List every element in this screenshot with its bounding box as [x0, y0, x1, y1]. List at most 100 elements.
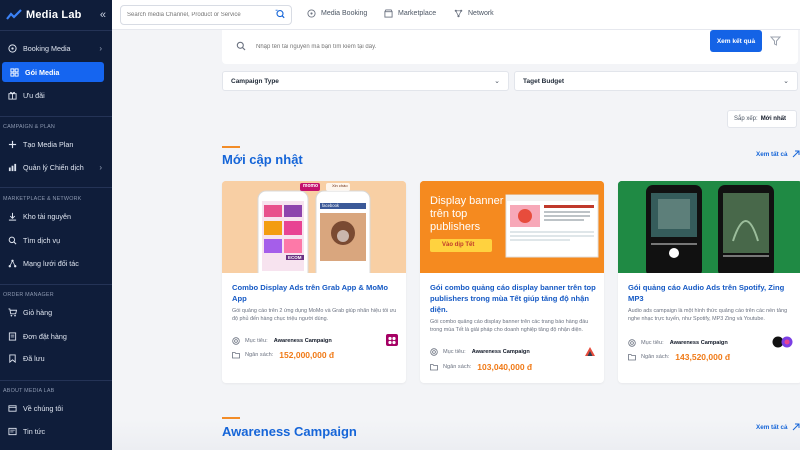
- target-icon: [628, 339, 636, 347]
- sidebar-item-label: Tìm dịch vụ: [23, 235, 61, 245]
- news-icon: [7, 426, 17, 436]
- section-label-order: ORDER MANAGER: [3, 292, 54, 298]
- section-label-about: ABOUT MEDIA LAB: [3, 388, 55, 394]
- view-all-awareness-link[interactable]: Xem tất cả: [756, 423, 800, 431]
- chevron-right-icon: ›: [99, 162, 102, 172]
- sort-select[interactable]: Sắp xếp: Mới nhất: [727, 110, 797, 128]
- sort-label: Sắp xếp:: [734, 116, 758, 122]
- media-card[interactable]: Display banner trên top publishers Vào d…: [420, 181, 604, 383]
- momo-logo-icon: [386, 334, 398, 346]
- goal-label: Mục tiêu:: [443, 349, 466, 355]
- sidebar-item-label: Đã lưu: [23, 353, 45, 363]
- sidebar: Media Lab « Booking Media › Gói Media Ưu…: [0, 0, 112, 450]
- sidebar-item-tim-dich-vu[interactable]: Tìm dịch vụ: [0, 230, 112, 250]
- package-icon: [9, 67, 19, 77]
- sidebar-item-ve-chung-toi[interactable]: Về chúng tôi: [0, 398, 112, 418]
- target-budget-dropdown[interactable]: Taget Budget ⌄: [514, 71, 798, 91]
- publisher-logo-icon: [585, 347, 595, 356]
- sidebar-item-label: Ưu đãi: [23, 90, 45, 100]
- sidebar-item-label: Về chúng tôi: [23, 403, 63, 413]
- budget-label: Ngân sách:: [443, 364, 472, 370]
- sidebar-item-label: Đơn đặt hàng: [23, 331, 67, 341]
- nav-marketplace[interactable]: Marketplace: [384, 9, 436, 18]
- thumbnail-headline: Display banner trên top publishers: [430, 195, 504, 233]
- sidebar-item-uu-dai[interactable]: Ưu đãi: [0, 85, 112, 105]
- card-title[interactable]: Gói quảng cáo Audio Ads trên Spotify, Zi…: [628, 282, 794, 304]
- card-description: Gói quảng cáo trên 2 ứng dụng MoMo và Gr…: [232, 308, 397, 322]
- bookmark-icon: [7, 353, 17, 363]
- chevron-right-icon: ›: [99, 43, 102, 53]
- sidebar-item-mang-luoi-doi-tac[interactable]: Mạng lưới đối tác: [0, 253, 112, 273]
- card-title[interactable]: Combo Display Ads trên Grab App & MoMo A…: [232, 282, 398, 304]
- search-icon: [236, 41, 246, 51]
- card-thumbnail: momo facebook Xin chào ECOM: [222, 181, 406, 273]
- divider: [0, 187, 112, 188]
- network-icon: [454, 9, 463, 18]
- sidebar-item-gio-hang[interactable]: Giỏ hàng: [0, 302, 112, 322]
- card-budget-row: Ngân sách: 152,000,000 đ: [232, 350, 398, 360]
- view-all-latest-link[interactable]: Xem tất cả: [756, 150, 800, 158]
- card-goal-row: Mục tiêu: Awareness Campaign: [430, 348, 596, 356]
- sidebar-item-tao-media-plan[interactable]: Tạo Media Plan: [0, 134, 112, 154]
- nav-label: Media Booking: [321, 10, 368, 17]
- booking-icon: [7, 43, 17, 53]
- folder-icon: [430, 364, 438, 371]
- card-thumbnail: [618, 181, 800, 273]
- sidebar-item-label: Tạo Media Plan: [23, 139, 74, 149]
- section-accent: [222, 146, 240, 148]
- top-bar: Media Booking Marketplace Network: [112, 0, 800, 30]
- sidebar-item-goi-media[interactable]: Gói Media: [2, 62, 104, 82]
- arrow-up-right-icon: [792, 423, 799, 431]
- thumbnail-brand-text: momo: [303, 183, 318, 189]
- target-icon: [430, 348, 438, 356]
- global-search-input[interactable]: [127, 12, 267, 18]
- about-icon: [7, 403, 17, 413]
- sidebar-item-quan-ly-chien-dich[interactable]: Quản lý Chiến dịch ›: [0, 157, 112, 177]
- thumbnail-greeting-text: Xin chào: [332, 183, 348, 188]
- sidebar-item-don-dat-hang[interactable]: Đơn đặt hàng: [0, 326, 112, 346]
- view-results-button[interactable]: Xem kết quả: [710, 30, 762, 52]
- media-card[interactable]: momo facebook Xin chào ECOM Combo Displa…: [222, 181, 406, 383]
- goal-value: Awareness Campaign: [669, 340, 728, 346]
- budget-value: 152,000,000 đ: [279, 350, 335, 360]
- sidebar-item-tin-tuc[interactable]: Tin tức: [0, 421, 112, 441]
- filter-icon[interactable]: [770, 36, 781, 46]
- thumbnail-art: [618, 181, 800, 273]
- global-search[interactable]: [120, 5, 292, 25]
- card-budget-row: Ngân sách: 143,520,000 đ: [628, 352, 794, 362]
- section-title-latest: Mới cập nhật: [222, 152, 303, 167]
- sidebar-item-label: Kho tài nguyên: [23, 211, 71, 221]
- target-icon: [232, 337, 240, 345]
- card-description: Audio ads campaign là một hình thức quản…: [628, 308, 788, 322]
- dropdown-label: Taget Budget: [523, 77, 565, 85]
- campaign-type-dropdown[interactable]: Campaign Type ⌄: [222, 71, 509, 91]
- card-thumbnail: Display banner trên top publishers Vào d…: [420, 181, 604, 273]
- card-description: Gói combo quảng cáo display banner trên …: [430, 319, 589, 333]
- thumbnail-app-text: facebook: [322, 203, 339, 208]
- sidebar-item-booking-media[interactable]: Booking Media ›: [0, 38, 112, 58]
- sidebar-item-label: Gói Media: [25, 67, 60, 77]
- search-icon[interactable]: [275, 6, 285, 24]
- order-icon: [7, 331, 17, 341]
- budget-value: 103,040,000 đ: [477, 362, 533, 372]
- goal-label: Mục tiêu:: [245, 338, 268, 344]
- goal-label: Mục tiêu:: [641, 340, 664, 346]
- booking-icon: [307, 9, 316, 18]
- thumbnail-cta: Vào dịp Tết: [442, 242, 475, 248]
- sidebar-item-da-luu[interactable]: Đã lưu: [0, 348, 112, 368]
- card-title[interactable]: Gói combo quảng cáo display banner trên …: [430, 282, 596, 315]
- nav-network[interactable]: Network: [454, 9, 494, 18]
- sidebar-item-label: Tin tức: [23, 426, 46, 436]
- folder-icon: [232, 352, 240, 359]
- folder-icon: [628, 354, 636, 361]
- dropdown-label: Campaign Type: [231, 77, 279, 85]
- app-name: Media Lab: [26, 9, 82, 21]
- download-icon: [7, 211, 17, 221]
- collapse-sidebar-button[interactable]: «: [100, 9, 106, 21]
- resource-search-input[interactable]: [256, 37, 676, 57]
- sidebar-item-kho-tai-nguyen[interactable]: Kho tài nguyên: [0, 206, 112, 226]
- budget-value: 143,520,000 đ: [675, 352, 731, 362]
- nav-media-booking[interactable]: Media Booking: [307, 9, 367, 18]
- sidebar-item-label: Booking Media: [23, 43, 71, 53]
- media-card[interactable]: Gói quảng cáo Audio Ads trên Spotify, Zi…: [618, 181, 800, 383]
